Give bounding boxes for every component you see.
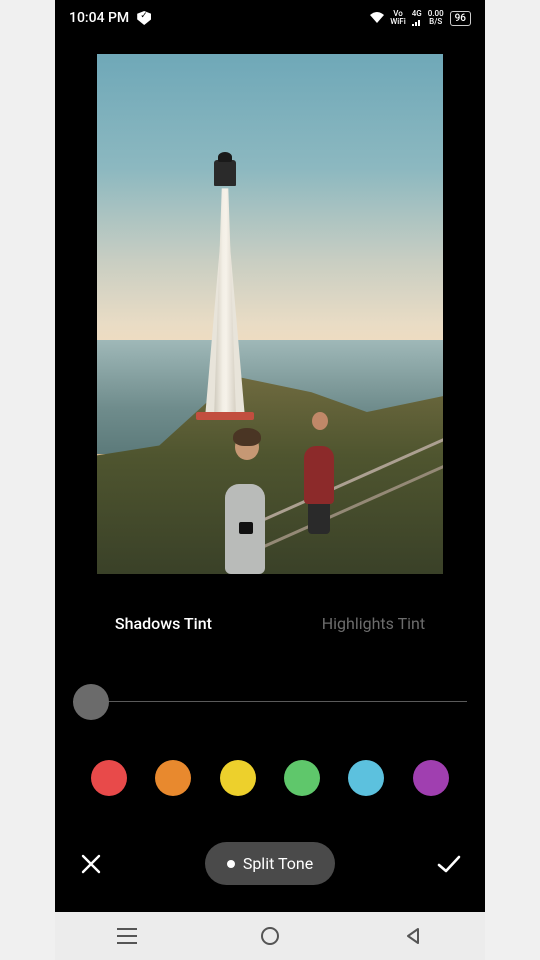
nav-recent-button[interactable] <box>107 916 147 956</box>
android-nav-bar <box>55 912 485 960</box>
image-preview[interactable] <box>97 54 443 574</box>
vowifi-indicator: Vo WiFi <box>390 10 406 26</box>
lighthouse-graphic <box>200 168 250 418</box>
tab-highlights-tint[interactable]: Highlights Tint <box>322 614 425 633</box>
confirm-button[interactable] <box>433 848 465 880</box>
swatch-orange[interactable] <box>155 760 191 796</box>
cancel-button[interactable] <box>75 848 107 880</box>
check-icon <box>436 853 462 875</box>
tool-label: Split Tone <box>243 854 313 873</box>
editor-action-bar: Split Tone <box>55 842 485 885</box>
person-graphic <box>215 424 275 574</box>
circle-icon <box>260 926 280 946</box>
slider-track <box>73 701 467 702</box>
back-triangle-icon <box>404 927 422 945</box>
clock: 10:04 PM <box>69 10 129 26</box>
image-preview-container <box>55 36 485 574</box>
app-screen: 10:04 PM Vo WiFi 4G 0.00 B/S 96 <box>55 0 485 912</box>
color-swatches <box>55 760 485 796</box>
wifi-icon <box>370 12 384 24</box>
menu-icon <box>117 928 137 944</box>
swatch-purple[interactable] <box>413 760 449 796</box>
status-bar: 10:04 PM Vo WiFi 4G 0.00 B/S 96 <box>55 0 485 36</box>
swatch-yellow[interactable] <box>220 760 256 796</box>
tool-pill[interactable]: Split Tone <box>205 842 335 885</box>
battery-indicator: 96 <box>450 11 471 26</box>
nav-home-button[interactable] <box>250 916 290 956</box>
data-rate-indicator: 0.00 B/S <box>428 10 444 26</box>
tint-tabs: Shadows Tint Highlights Tint <box>55 614 485 633</box>
person-graphic <box>298 394 342 504</box>
cell-signal-indicator: 4G <box>412 10 422 26</box>
shield-icon <box>137 11 151 25</box>
intensity-slider[interactable] <box>55 701 485 702</box>
swatch-red[interactable] <box>91 760 127 796</box>
swatch-green[interactable] <box>284 760 320 796</box>
nav-back-button[interactable] <box>393 916 433 956</box>
tab-shadows-tint[interactable]: Shadows Tint <box>115 614 212 633</box>
swatch-cyan[interactable] <box>348 760 384 796</box>
dot-icon <box>227 860 235 868</box>
slider-thumb[interactable] <box>73 684 109 720</box>
close-icon <box>80 853 102 875</box>
